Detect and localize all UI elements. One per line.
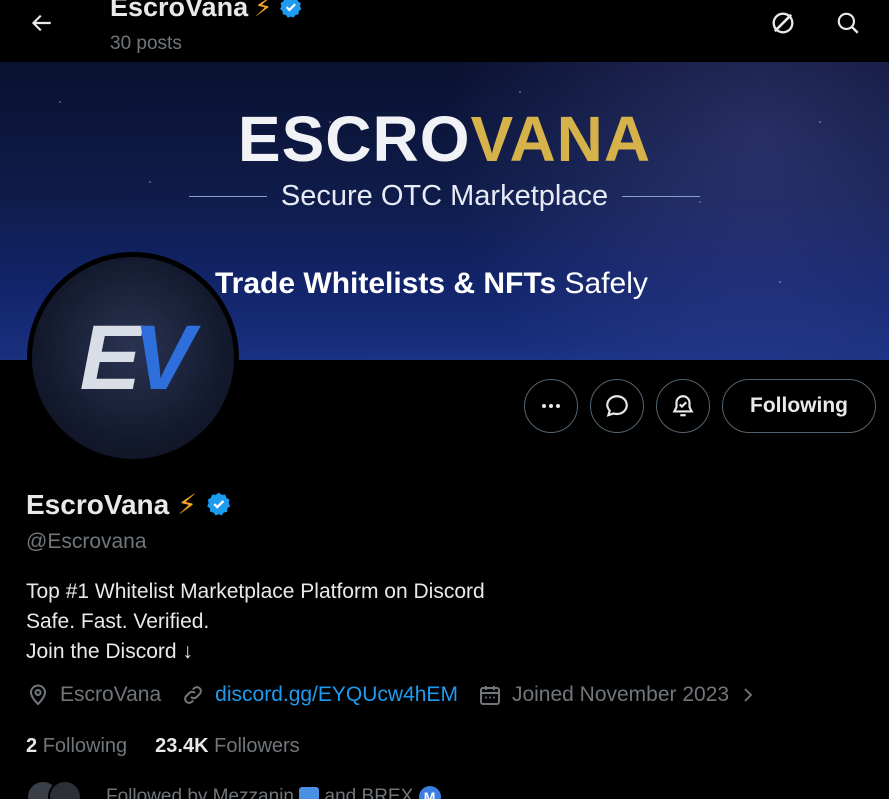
header-post-count: 30 posts	[110, 33, 182, 54]
search-button[interactable]	[829, 4, 867, 42]
banner-logo-gold: VANA	[470, 103, 652, 175]
follow-stats: 2 Following 23.4K Followers	[26, 735, 300, 758]
search-icon	[837, 12, 859, 34]
notifications-button[interactable]	[656, 379, 710, 433]
banner-subtitle: Secure OTC Marketplace	[0, 180, 889, 213]
followed-by-prefix: Followed by Mezzanin	[106, 786, 294, 799]
message-button[interactable]	[590, 379, 644, 433]
lightning-icon: ⚡	[177, 489, 197, 520]
website-link[interactable]: discord.gg/EYQUcw4hEM	[215, 683, 458, 707]
verified-badge-icon[interactable]	[205, 491, 233, 519]
profile-meta: EscroVana discord.gg/EYQUcw4hEM Joined N…	[26, 683, 777, 707]
more-options-button[interactable]	[524, 379, 578, 433]
bio-line: Safe. Fast. Verified.	[26, 610, 210, 633]
location-pin-icon	[29, 684, 47, 706]
grok-icon	[772, 12, 794, 34]
banner-divider-right	[622, 196, 701, 197]
header-name-text: EscroVana	[110, 0, 249, 22]
followed-by-mid: and BREX	[324, 786, 414, 799]
avatar-logo: EV	[32, 257, 234, 459]
profile-name-text: EscroVana	[26, 488, 170, 520]
avatar-letter-e: E	[79, 306, 141, 409]
avatar-monogram: EV	[79, 306, 195, 411]
bio-line: Join the Discord ↓	[26, 640, 193, 663]
followed-by-avatars	[26, 780, 82, 799]
banner-logo-text: ESCROVANA	[0, 102, 889, 176]
banner-logo-white: ESCRO	[237, 103, 471, 175]
profile-handle: @Escrovana	[26, 530, 147, 553]
followed-by[interactable]: Followed by Mezzanin and BREX M	[26, 780, 441, 799]
banner-tagline-rest: Safely	[564, 267, 648, 300]
square-badge-icon	[299, 786, 320, 799]
banner-divider-left	[188, 196, 267, 197]
banner-tagline-bold: Trade Whitelists & NFTs	[215, 267, 557, 300]
more-horizontal-icon	[542, 404, 560, 408]
chevron-right-icon	[744, 688, 753, 702]
followed-by-text: Followed by Mezzanin and BREX M	[106, 785, 441, 799]
joined-date[interactable]: Joined November 2023	[478, 683, 757, 707]
top-bar: EscroVana ⚡ 30 posts	[0, 0, 889, 62]
following-label: Following	[42, 735, 128, 757]
bio-line: Top #1 Whitelist Marketplace Platform on…	[26, 580, 485, 603]
following-count: 2	[26, 735, 38, 757]
following-button[interactable]: Following	[722, 379, 876, 433]
profile-avatar[interactable]: EV	[27, 252, 239, 464]
grok-button[interactable]	[764, 4, 802, 42]
followers-label: Followers	[214, 735, 300, 757]
calendar-icon	[479, 686, 500, 705]
banner-subtitle-text: Secure OTC Marketplace	[280, 180, 609, 212]
location-text: EscroVana	[60, 683, 162, 706]
back-button[interactable]	[22, 4, 60, 42]
profile-bio: Top #1 Whitelist Marketplace Platform on…	[26, 577, 485, 667]
joined-text: Joined November 2023	[511, 683, 730, 706]
profile-name: EscroVana ⚡	[26, 488, 233, 521]
m-badge-icon: M	[418, 785, 441, 799]
bell-check-icon	[672, 395, 694, 417]
avatar-letter-v: V	[133, 306, 194, 409]
link-icon	[184, 686, 203, 704]
chat-bubble-icon	[606, 395, 628, 417]
arrow-left-icon	[31, 14, 51, 32]
location: EscroVana	[26, 683, 161, 707]
following-stat[interactable]: 2 Following	[26, 735, 127, 758]
followers-stat[interactable]: 23.4K Followers	[155, 735, 300, 758]
lightning-icon: ⚡	[254, 0, 273, 22]
header-title: EscroVana ⚡	[110, 0, 304, 23]
banner-tagline: Trade Whitelists & NFTs Safely	[215, 267, 648, 301]
verified-badge-icon	[280, 0, 302, 18]
followers-count: 23.4K	[155, 735, 209, 757]
website: discord.gg/EYQUcw4hEM	[181, 683, 458, 707]
